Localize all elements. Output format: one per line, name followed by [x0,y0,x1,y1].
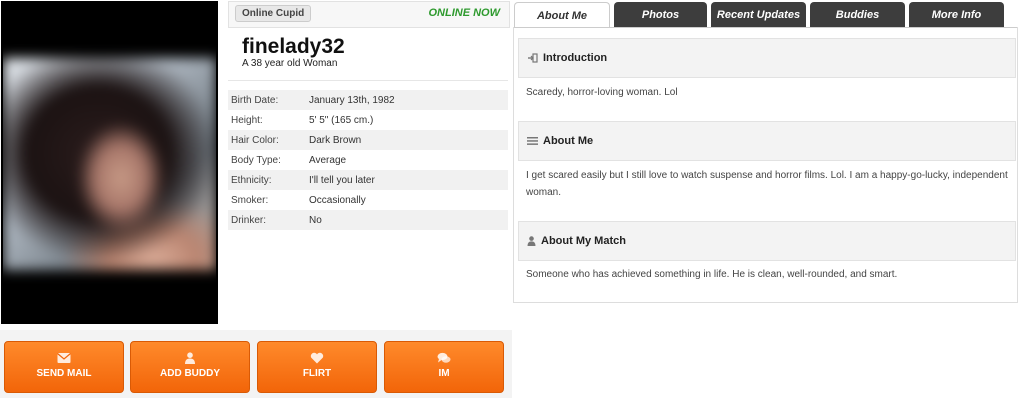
sign-in-icon [528,53,538,63]
detail-label: Body Type: [231,154,281,166]
person-icon [527,236,536,246]
about-my-match-text: Someone who has achieved something in li… [526,269,898,280]
detail-label: Smoker: [231,194,269,206]
flirt-button[interactable]: FLIRT [257,341,377,393]
detail-row-body-type: Body Type: Average [228,150,508,170]
heart-icon [310,352,324,364]
detail-row-drinker: Drinker: No [228,210,508,230]
detail-value: 5' 5" (165 cm.) [309,114,374,126]
add-buddy-button[interactable]: ADD BUDDY [130,341,250,393]
introduction-title: Introduction [543,52,608,64]
about-my-match-title: About My Match [541,235,626,247]
list-icon [527,137,538,145]
introduction-header: Introduction [518,38,1016,78]
profile-details-table: Birth Date: January 13th, 1982 Height: 5… [228,90,508,230]
profile-photo-image [3,58,216,270]
send-mail-button[interactable]: SEND MAIL [4,341,124,393]
introduction-text: Scaredy, horror-loving woman. Lol [526,87,678,98]
about-me-title: About Me [543,135,594,147]
detail-label: Drinker: [231,214,267,226]
detail-label: Hair Color: [231,134,279,146]
tab-photos[interactable]: Photos [614,2,707,28]
detail-value: I'll tell you later [309,174,375,186]
detail-value: Dark Brown [309,134,362,146]
online-status: ONLINE NOW [428,7,501,19]
detail-value: No [309,214,322,226]
profile-subtitle: A 38 year old Woman [242,58,338,69]
profile-username: finelady32 [242,35,345,58]
chat-bubbles-icon [437,352,451,363]
detail-row-height: Height: 5' 5" (165 cm.) [228,110,508,130]
detail-label: Birth Date: [231,94,279,106]
detail-value: January 13th, 1982 [309,94,395,106]
detail-label: Height: [231,114,263,126]
site-badge: Online Cupid [235,5,312,22]
envelope-icon [57,353,71,363]
about-my-match-header: About My Match [518,221,1016,261]
detail-value: Average [309,154,347,166]
detail-row-smoker: Smoker: Occasionally [228,190,508,210]
tab-recent-updates[interactable]: Recent Updates [711,2,806,28]
detail-row-birth-date: Birth Date: January 13th, 1982 [228,90,508,110]
header-divider [228,80,508,81]
about-me-header: About Me [518,121,1016,161]
add-buddy-label: ADD BUDDY [160,368,220,379]
detail-row-ethnicity: Ethnicity: I'll tell you later [228,170,508,190]
im-button[interactable]: IM [384,341,504,393]
send-mail-label: SEND MAIL [36,368,92,379]
tab-more-info[interactable]: More Info [909,2,1004,28]
im-label: IM [438,368,450,379]
person-icon [185,352,195,364]
tab-buddies[interactable]: Buddies [810,2,905,28]
about-me-text: I get scared easily but I still love to … [526,170,1008,198]
profile-photo[interactable] [1,1,218,324]
detail-value: Occasionally [309,194,366,206]
flirt-label: FLIRT [302,368,332,379]
detail-label: Ethnicity: [231,174,272,186]
detail-row-hair-color: Hair Color: Dark Brown [228,130,508,150]
tab-about-me[interactable]: About Me [514,2,610,28]
